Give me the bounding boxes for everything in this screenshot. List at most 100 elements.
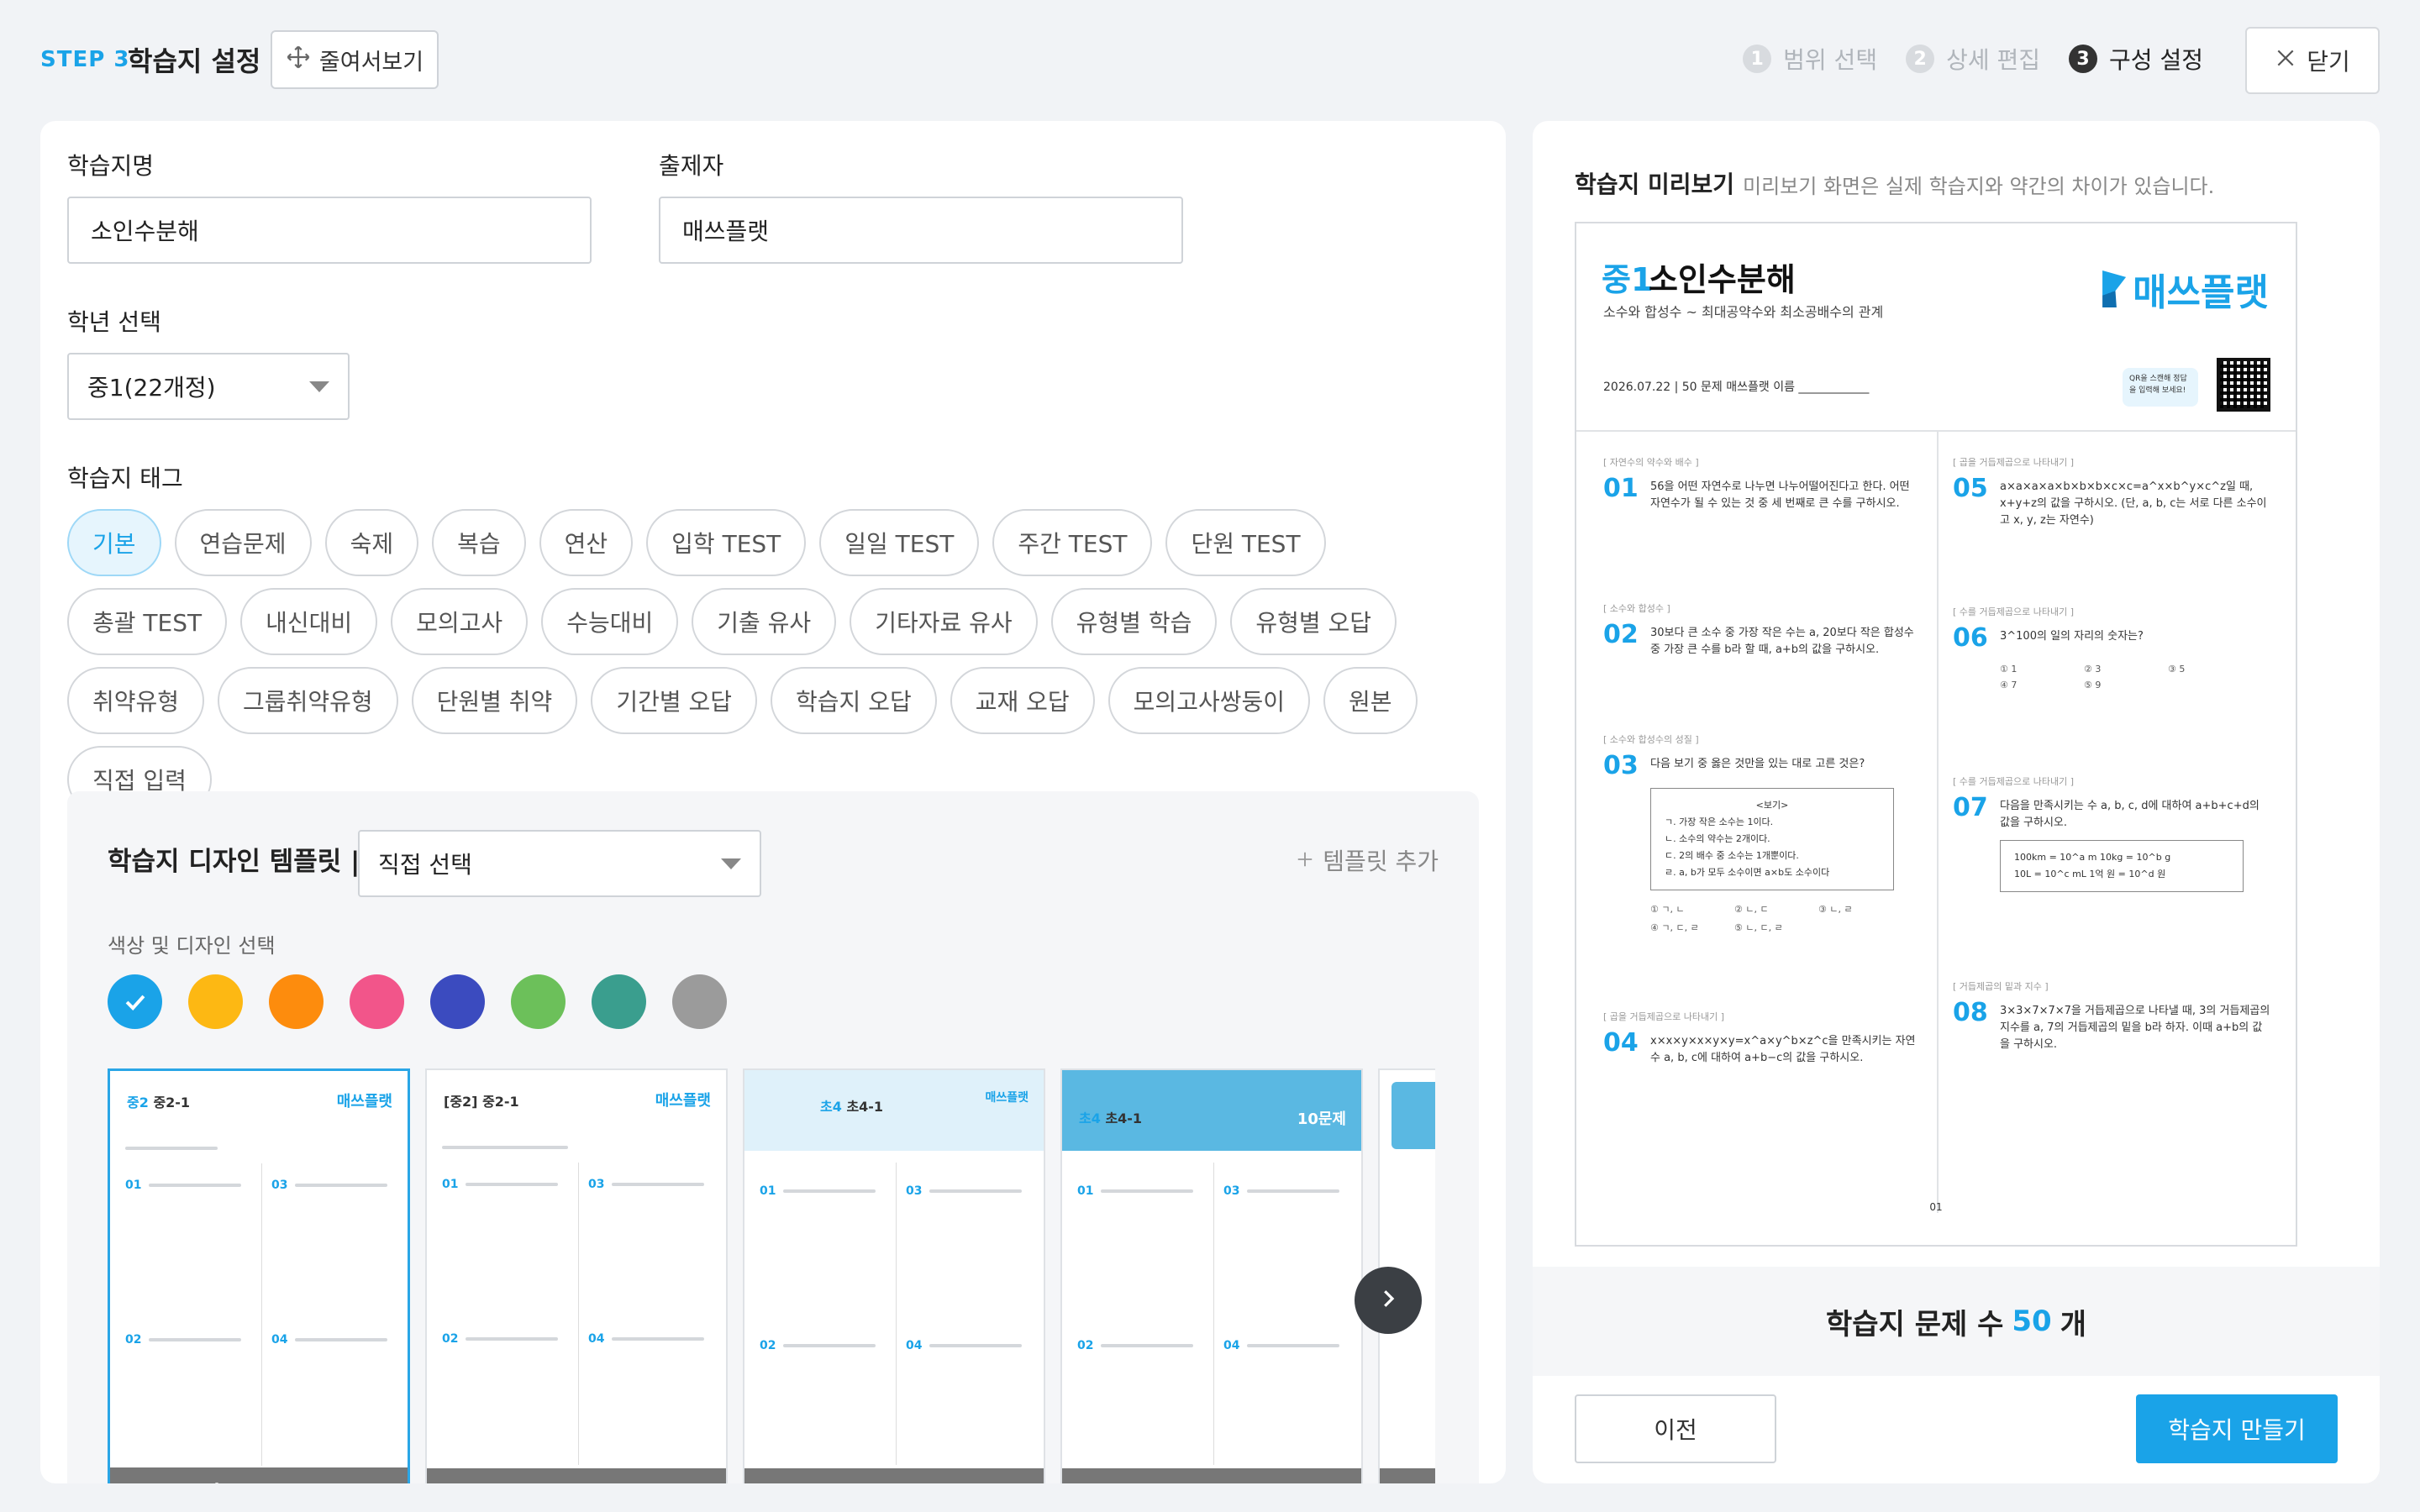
design-template-title: 학습지 디자인 템플릿 | <box>108 847 360 877</box>
worksheet-name-input[interactable]: 소인수분해 <box>67 197 592 264</box>
option: ② ㄴ, ㄷ <box>1734 904 1769 915</box>
tag-chip[interactable]: 복습 <box>432 509 526 576</box>
option: ② 3 <box>2084 664 2102 675</box>
template-line <box>295 1338 387 1341</box>
template-card[interactable]: [중2] 중2-1 매쓰플랫 01 03 02 04 기본2 <box>425 1068 728 1483</box>
question-text: 56을 어떤 자연수로 나누면 나누어떨어진다고 한다. 어떤 자연수가 될 수… <box>1650 480 1910 510</box>
tag-chip[interactable]: 교재 오답 <box>950 667 1095 734</box>
step-label: 구성 설정 <box>2109 46 2203 74</box>
qr-code-icon <box>2217 358 2270 412</box>
template-card[interactable]: 초4 초4-1 매쓰플랫 01 03 02 04 초등확대1(QR) <box>743 1068 1045 1483</box>
question-item: [ 곱을 거듭제곱으로 나타내기 ] 04 x×x×y×x×y×y=x^a×y^b… <box>1603 1010 1923 1067</box>
tag-chip[interactable]: 그룹취약유형 <box>218 667 398 734</box>
color-swatch[interactable] <box>592 974 646 1029</box>
question-number: 08 <box>1953 998 1988 1027</box>
option: ① ㄱ, ㄴ <box>1650 904 1685 915</box>
grade-select[interactable]: 중1(22개정) <box>67 353 350 420</box>
close-button[interactable]: 닫기 <box>2245 27 2380 94</box>
tag-chip[interactable]: 학습지 오답 <box>771 667 937 734</box>
tag-chip[interactable]: 기타자료 유사 <box>850 588 1038 655</box>
tag-chip[interactable]: 수능대비 <box>541 588 679 655</box>
template-logo: 10문제 <box>1297 1110 1346 1128</box>
tag-chip[interactable]: 모의고사 <box>391 588 529 655</box>
step-3: 3 구성 설정 <box>2069 42 2203 76</box>
step-tag: STEP 3 <box>40 47 130 72</box>
tag-chip[interactable]: 주간 TEST <box>992 509 1153 576</box>
question-number: 02 <box>1603 620 1639 649</box>
question-category: [ 소수와 합성수의 성질 ] <box>1603 734 1699 745</box>
create-worksheet-button[interactable]: 학습지 만들기 <box>2136 1394 2338 1463</box>
color-swatch[interactable] <box>672 974 727 1029</box>
tag-chip[interactable]: 취약유형 <box>67 667 205 734</box>
template-grade: 초4 초4-1 <box>820 1095 883 1116</box>
tag-chip[interactable]: 입학 TEST <box>646 509 807 576</box>
tag-chip[interactable]: 유형별 학습 <box>1050 588 1218 655</box>
tag-chip[interactable]: 총괄 TEST <box>67 588 228 655</box>
template-grade: 초4 초4-1 <box>1079 1107 1142 1127</box>
template-caption: 초등확대1(QR) <box>744 1468 1044 1483</box>
tag-chip[interactable]: 기본 <box>67 509 161 576</box>
add-template-button[interactable]: 템플릿 추가 <box>1296 843 1439 877</box>
qr-note: QR을 스캔해 정답을 입력해 보세요! <box>2123 368 2198 407</box>
color-swatch[interactable] <box>188 974 243 1029</box>
tag-chip[interactable]: 모의고사쌍둥이 <box>1107 667 1310 734</box>
template-caption: 초등확대2(QR) <box>1062 1468 1361 1483</box>
question-category: [ 거듭제곱의 밑과 지수 ] <box>1953 981 2049 992</box>
tag-chip[interactable]: 기출 유사 <box>692 588 837 655</box>
template-title-text: 중2-1 <box>482 1094 519 1110</box>
template-line <box>125 1147 218 1150</box>
template-select-value: 직접 선택 <box>378 851 472 879</box>
template-q: 01 <box>760 1184 776 1198</box>
box-line: ㄱ. 가장 작은 소수는 1이다. <box>1665 816 1774 827</box>
template-card[interactable]: 중2 중2-1 매쓰플랫 01 03 02 04 기본1(QR) <box>108 1068 410 1483</box>
template-banner <box>744 1070 1044 1151</box>
settings-panel: 학습지명 소인수분해 출제자 매쓰플랫 학년 선택 중1(22개정) 학습지 태… <box>40 121 1506 1483</box>
template-divider <box>261 1163 262 1466</box>
step-label: 범위 선택 <box>1783 46 1878 74</box>
author-input[interactable]: 매쓰플랫 <box>659 197 1183 264</box>
question-item: [ 수를 거듭제곱으로 나타내기 ] 07 다음을 만족시키는 수 a, b, c… <box>1953 774 2272 892</box>
option: ③ ㄴ, ㄹ <box>1818 904 1853 915</box>
chevron-right-icon <box>1376 1286 1401 1315</box>
tag-chip[interactable]: 기간별 오답 <box>591 667 758 734</box>
template-line <box>783 1189 876 1193</box>
color-swatch[interactable] <box>511 974 566 1029</box>
tag-chip[interactable]: 유형별 오답 <box>1230 588 1397 655</box>
carousel-next-button[interactable] <box>1355 1267 1422 1334</box>
template-illustration <box>1392 1082 1435 1149</box>
template-q: 02 <box>125 1333 142 1347</box>
template-line <box>149 1184 241 1187</box>
template-title-text: 초4-1 <box>846 1099 884 1115</box>
tag-chip[interactable]: 내신대비 <box>240 588 378 655</box>
template-q: 04 <box>271 1333 288 1347</box>
question-category: [ 자연수의 약수와 배수 ] <box>1603 457 1699 468</box>
tag-chip[interactable]: 연습문제 <box>174 509 312 576</box>
color-swatch[interactable] <box>350 974 404 1029</box>
question-category: [ 곱을 거듭제곱으로 나타내기 ] <box>1603 1011 1725 1022</box>
template-select[interactable]: 직접 선택 <box>358 830 761 897</box>
question-number: 05 <box>1953 474 1988 503</box>
color-swatch[interactable] <box>269 974 324 1029</box>
option: ① 1 <box>2000 664 2018 675</box>
tag-label: 학습지 태그 <box>67 465 183 492</box>
tag-chip[interactable]: 단원별 취약 <box>411 667 578 734</box>
template-card[interactable]: 초4 초4-1 10문제 01 03 02 04 초등확대2(QR) <box>1060 1068 1363 1483</box>
template-divider <box>896 1163 897 1465</box>
tag-chip[interactable]: 숙제 <box>324 509 419 576</box>
template-q: 03 <box>588 1178 605 1191</box>
prev-button[interactable]: 이전 <box>1575 1394 1776 1463</box>
tag-chip[interactable]: 연산 <box>539 509 634 576</box>
template-line <box>149 1338 241 1341</box>
tag-chip[interactable]: 단원 TEST <box>1165 509 1326 576</box>
tag-chip[interactable]: 일일 TEST <box>819 509 980 576</box>
option: ④ ㄱ, ㄷ, ㄹ <box>1650 922 1699 933</box>
zoom-out-button[interactable]: 줄여서보기 <box>271 30 439 89</box>
question-text: x×x×y×x×y×y=x^a×y^b×z^c을 만족시키는 자연수 a, b,… <box>1650 1035 1916 1064</box>
template-q: 04 <box>1223 1339 1240 1352</box>
template-caption: 기본1(QR) <box>110 1467 408 1483</box>
color-swatch[interactable] <box>430 974 485 1029</box>
color-swatch[interactable] <box>108 974 162 1029</box>
question-item: [ 수를 거듭제곱으로 나타내기 ] 06 3^100의 일의 자리의 숫자는? … <box>1953 605 2272 690</box>
tag-chip[interactable]: 원본 <box>1323 667 1418 734</box>
template-line <box>929 1189 1022 1193</box>
